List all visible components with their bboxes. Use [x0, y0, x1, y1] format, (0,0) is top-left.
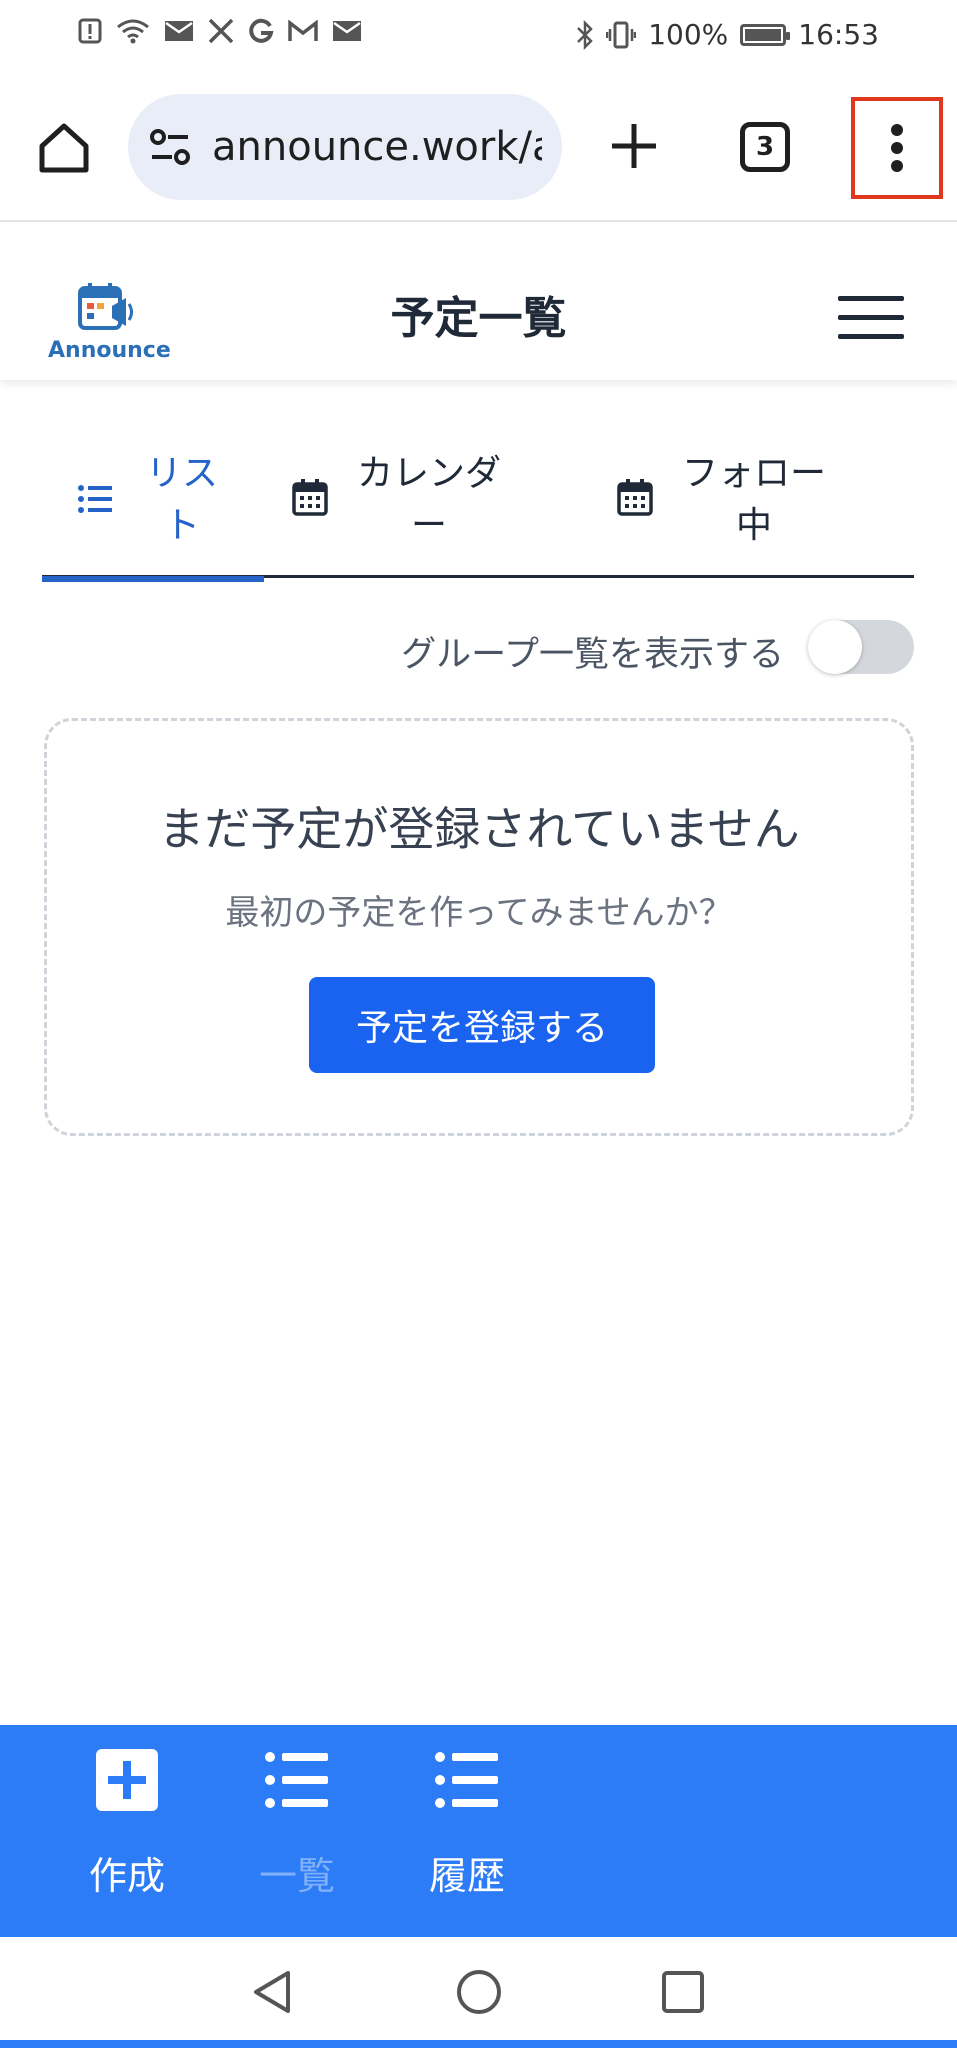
site-settings-icon[interactable] — [148, 125, 192, 169]
bottom-nav-create-label: 作成 — [88, 1854, 165, 1898]
bottom-nav: 作成 一覧 履歴 — [0, 1725, 957, 1937]
more-vert-icon[interactable] — [872, 122, 922, 174]
url-text: announce.work/a — [212, 124, 542, 170]
register-event-button[interactable]: 予定を登録する — [309, 977, 655, 1073]
tab-following-label: フォロー中 — [681, 453, 826, 546]
view-tabs: リスト カレンダー フォロー中 — [42, 430, 917, 582]
list-icon — [265, 1752, 328, 1808]
active-tab-indicator — [42, 576, 264, 582]
bottom-nav-history-label: 履歴 — [428, 1854, 505, 1898]
bluetooth-icon — [577, 19, 594, 50]
status-bar: 100% 16:53 — [0, 0, 957, 72]
tab-calendar-label: カレンダー — [356, 453, 501, 546]
group-list-toggle-label: グループ一覧を表示する — [401, 635, 784, 675]
calendar-icon — [292, 479, 328, 516]
recents-icon[interactable] — [658, 1967, 708, 2017]
tab-calendar[interactable]: カレンダー — [292, 430, 592, 578]
page-title: 予定一覧 — [390, 293, 567, 344]
tab-switcher-button[interactable]: 3 — [740, 122, 790, 172]
vibrate-icon — [606, 21, 637, 48]
list-icon — [78, 485, 112, 513]
hamburger-menu-icon[interactable] — [838, 296, 904, 340]
bottom-nav-history[interactable]: 履歴 — [402, 1747, 532, 1898]
tab-following[interactable]: フォロー中 — [617, 430, 917, 578]
battery-icon — [740, 23, 791, 46]
toggle-knob — [808, 620, 862, 674]
system-nav-bar — [0, 1937, 957, 2048]
empty-state-card: まだ予定が登録されていません 最初の予定を作ってみませんか？ 予定を登録する — [44, 718, 914, 1136]
browser-toolbar: announce.work/a 3 — [0, 72, 957, 222]
new-tab-icon[interactable] — [604, 116, 664, 176]
group-list-toggle-row: グループ一覧を表示する — [0, 620, 914, 676]
group-list-toggle[interactable] — [808, 620, 914, 674]
wifi-icon — [117, 19, 149, 44]
status-icons-left — [78, 18, 362, 44]
empty-state-title: まだ予定が登録されていません — [158, 802, 800, 856]
address-bar[interactable]: announce.work/a — [128, 94, 562, 200]
empty-state-subtitle: 最初の予定を作ってみませんか？ — [225, 893, 733, 933]
gmail-icon — [288, 20, 318, 41]
home-icon[interactable] — [34, 118, 94, 178]
tab-list[interactable]: リスト — [42, 430, 264, 582]
alert-icon — [78, 18, 102, 44]
home-circle-icon[interactable] — [454, 1967, 504, 2017]
list-icon — [435, 1752, 498, 1808]
mail-icon — [333, 21, 361, 41]
google-icon — [249, 18, 274, 43]
battery-percent: 100% — [648, 18, 729, 51]
status-time: 16:53 — [798, 18, 879, 51]
calendar-icon — [617, 479, 653, 516]
x-icon — [208, 18, 234, 44]
mail-icon — [165, 21, 193, 41]
plus-square-icon — [96, 1749, 158, 1811]
bottom-nav-list-label: 一覧 — [258, 1854, 335, 1898]
tab-list-label: リスト — [145, 453, 218, 546]
status-icons-right: 100% 16:53 — [576, 18, 879, 51]
bottom-nav-create[interactable]: 作成 — [62, 1747, 192, 1898]
app-header: Announce 予定一覧 — [0, 224, 957, 380]
bottom-nav-list[interactable]: 一覧 — [232, 1747, 362, 1898]
back-icon[interactable] — [248, 1967, 298, 2017]
